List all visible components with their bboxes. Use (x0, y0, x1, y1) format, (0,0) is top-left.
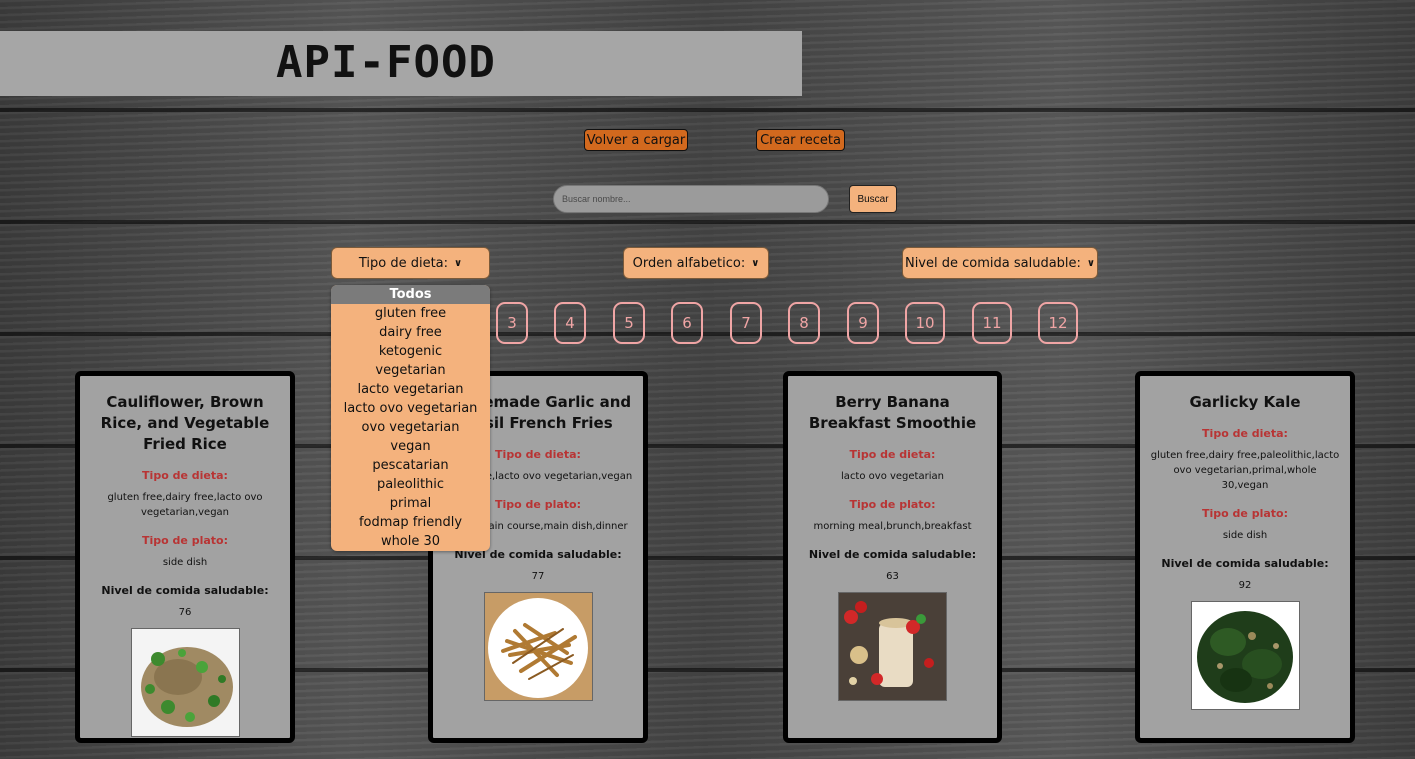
diet-option[interactable]: paleolithic (331, 475, 490, 494)
alphabetical-order-select-label: Orden alfabetico: (632, 255, 746, 271)
page-button[interactable]: 12 (1038, 302, 1078, 344)
diet-type-label: Tipo de dieta: (142, 469, 228, 482)
page-button[interactable]: 5 (613, 302, 645, 344)
recipe-card[interactable]: Garlicky Kale Tipo de dieta: gluten free… (1135, 371, 1355, 743)
create-recipe-button[interactable]: Crear receta (756, 129, 845, 151)
diet-type-label: Tipo de dieta: (1202, 427, 1288, 440)
diet-option[interactable]: whole 30 (331, 532, 490, 551)
health-level-value: 63 (886, 571, 899, 582)
diet-option[interactable]: vegetarian (331, 361, 490, 380)
page-button[interactable]: 7 (730, 302, 762, 344)
dish-type-label: Tipo de plato: (142, 534, 228, 547)
diet-option[interactable]: dairy free (331, 323, 490, 342)
health-level-value: 92 (1238, 580, 1252, 591)
page-button[interactable]: 9 (847, 302, 879, 344)
app-title: API-FOOD (276, 37, 496, 88)
recipe-title: Berry Banana Breakfast Smoothie (808, 393, 977, 432)
search-input[interactable] (553, 185, 829, 213)
dish-type-value: side dish (1222, 530, 1268, 541)
recipe-title: Cauliflower, Brown Rice, and Vegetable F… (100, 393, 270, 453)
page-button[interactable]: 11 (972, 302, 1012, 344)
page-button[interactable]: 8 (788, 302, 820, 344)
health-level-label: Nivel de comida saludable: (808, 548, 977, 561)
recipe-image (483, 592, 593, 701)
header-bar: API-FOOD (0, 31, 802, 96)
diet-option[interactable]: vegan (331, 437, 490, 456)
chevron-down-icon: ∨ (454, 257, 463, 269)
diet-type-value: gluten free,dairy free,paleolithic,lacto… (1150, 450, 1340, 491)
alphabetical-order-select[interactable]: Orden alfabetico: ∨ (623, 247, 769, 279)
recipe-title: Garlicky Kale (1189, 393, 1301, 411)
page-button[interactable]: 4 (554, 302, 586, 344)
diet-option[interactable]: gluten free (331, 304, 490, 323)
diet-option[interactable]: ketogenic (331, 342, 490, 361)
health-level-value: 77 (531, 571, 545, 582)
diet-option[interactable]: fodmap friendly (331, 513, 490, 532)
chevron-down-icon: ∨ (1086, 257, 1096, 269)
diet-type-dropdown: Todos gluten free dairy free ketogenic v… (331, 285, 490, 551)
recipe-card[interactable]: Cauliflower, Brown Rice, and Vegetable F… (75, 371, 295, 743)
diet-type-select-label: Tipo de dieta: (358, 255, 449, 271)
dish-type-label: Tipo de plato: (849, 498, 936, 511)
dish-type-value: morning meal,brunch,breakfast (813, 521, 972, 532)
diet-type-value: lacto ovo vegetarian (841, 471, 944, 482)
diet-type-select[interactable]: Tipo de dieta: ∨ (331, 247, 490, 279)
recipe-image (1190, 601, 1300, 710)
health-level-label: Nivel de comida saludable: (101, 584, 269, 597)
recipe-image (130, 628, 240, 737)
diet-option[interactable]: Todos (331, 285, 490, 304)
diet-option[interactable]: pescatarian (331, 456, 490, 475)
page-button[interactable]: 3 (496, 302, 528, 344)
recipe-image (838, 592, 947, 701)
diet-type-value: gluten free,dairy free,lacto ovo vegetar… (107, 492, 263, 518)
chevron-down-icon: ∨ (751, 257, 760, 269)
page-button[interactable]: 10 (905, 302, 945, 344)
health-level-select[interactable]: Nivel de comida saludable: ∨ (902, 247, 1098, 279)
health-level-label: Nivel de comida saludable: (1161, 557, 1329, 570)
search-button[interactable]: Buscar (849, 185, 897, 213)
diet-type-label: Tipo de dieta: (849, 448, 936, 461)
recipe-card[interactable]: Berry Banana Breakfast Smoothie Tipo de … (783, 371, 1002, 743)
dish-type-label: Tipo de plato: (1202, 507, 1288, 520)
diet-option[interactable]: lacto ovo vegetarian (331, 399, 490, 418)
page-button[interactable]: 6 (671, 302, 703, 344)
health-level-value: 76 (178, 607, 192, 618)
diet-option[interactable]: lacto vegetarian (331, 380, 490, 399)
reload-button[interactable]: Volver a cargar (584, 129, 688, 151)
health-level-select-label: Nivel de comida saludable: (904, 255, 1081, 271)
diet-option[interactable]: primal (331, 494, 490, 513)
dish-type-value: side dish (162, 557, 208, 568)
diet-option[interactable]: ovo vegetarian (331, 418, 490, 437)
